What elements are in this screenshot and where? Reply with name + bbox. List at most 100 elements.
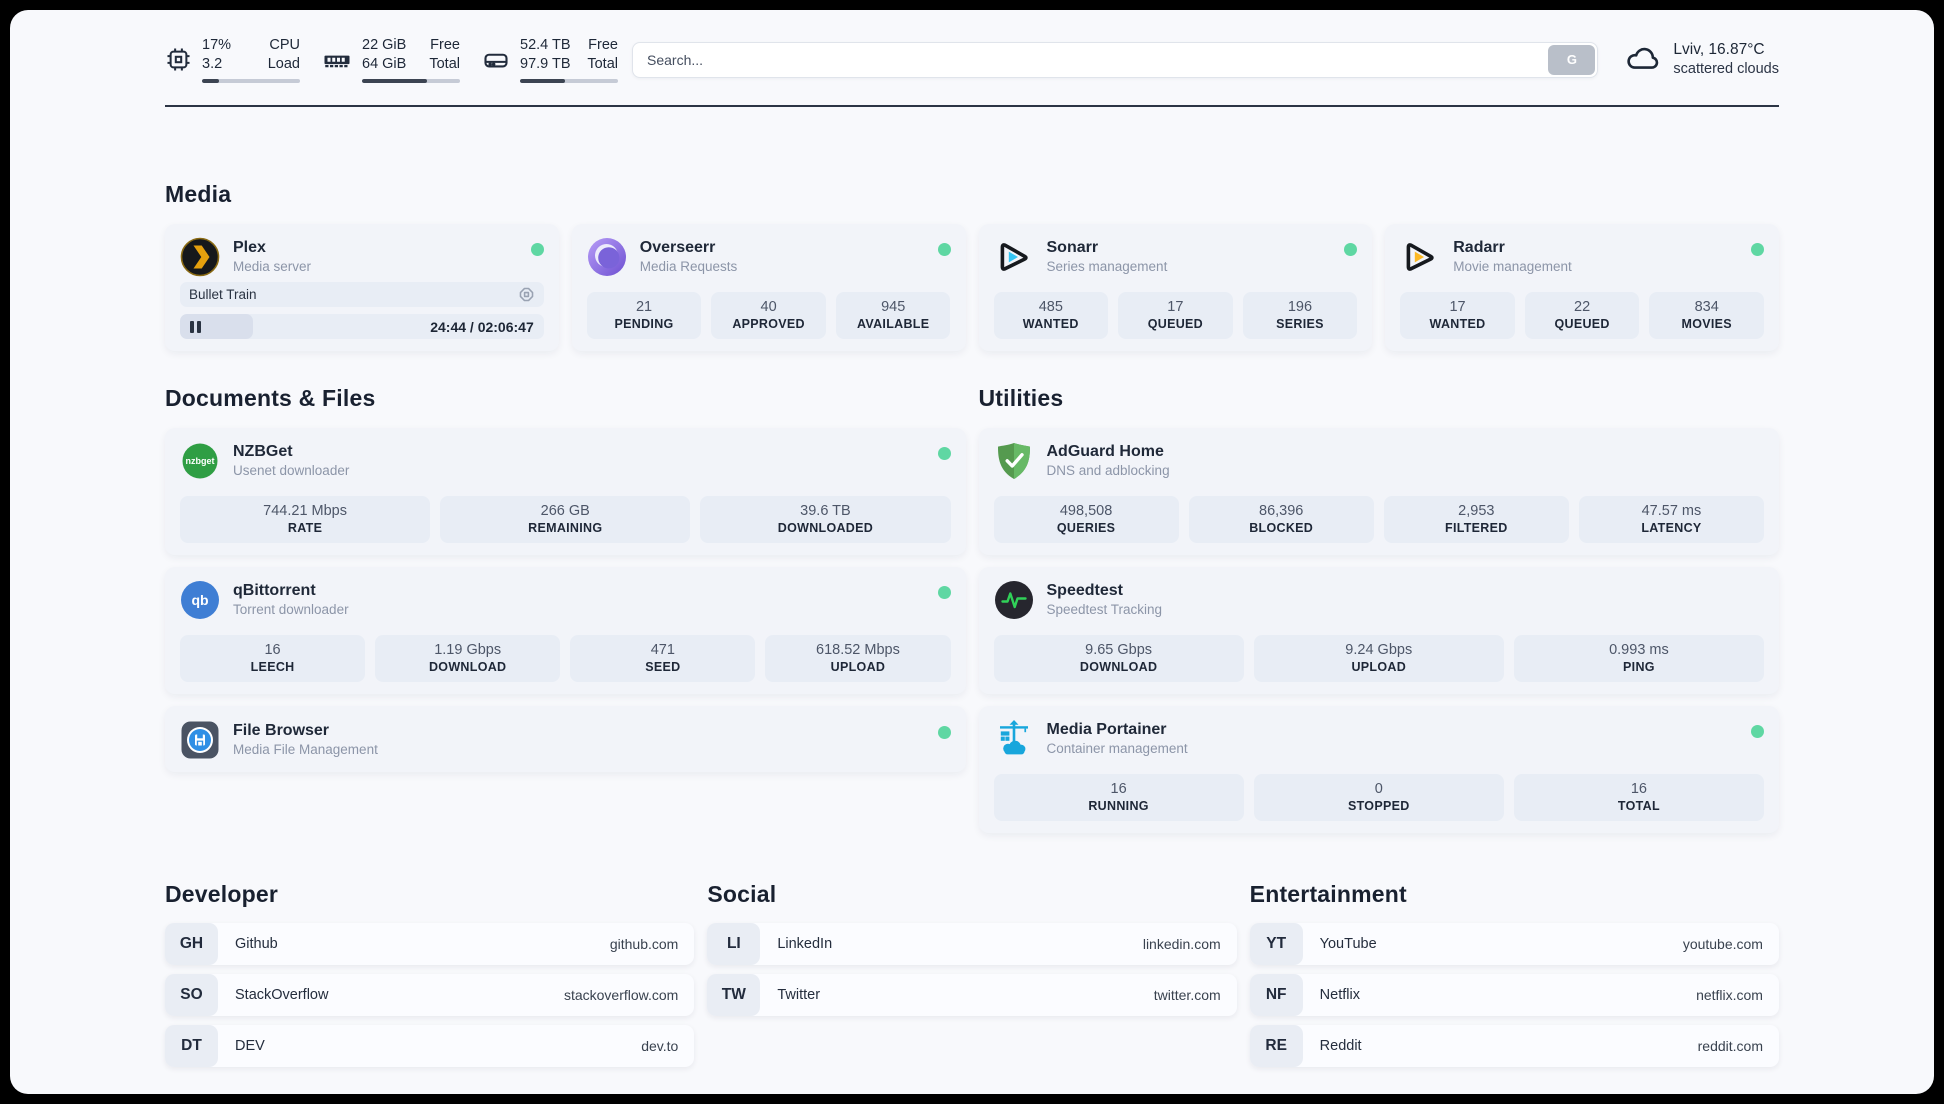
link-youtube[interactable]: YT YouTube youtube.com xyxy=(1249,923,1779,966)
link-url: twitter.com xyxy=(1153,987,1221,1004)
stat-label: DOWNLOAD xyxy=(1079,660,1158,675)
stat-label: RUNNING xyxy=(1088,799,1149,814)
service-subtitle: Media Requests xyxy=(639,259,738,275)
stat-label: PENDING xyxy=(614,317,674,332)
service-card-plex[interactable]: Plex Media server Bullet Train 24:44 / 02:0… xyxy=(165,224,559,352)
link-abbr-badge: DT xyxy=(165,1025,218,1068)
service-card-speedtest[interactable]: Speedtest Speedtest Tracking 9.65 Gbps DOWN… xyxy=(978,567,1779,695)
link-name: Github xyxy=(235,936,278,953)
stat-value: 9.24 Gbps xyxy=(1345,642,1413,659)
disk-icon xyxy=(482,46,510,74)
link-url: reddit.com xyxy=(1697,1038,1763,1055)
link-abbr-badge: NF xyxy=(1249,974,1303,1017)
stat-value: 17 xyxy=(1449,299,1466,316)
link-url: linkedin.com xyxy=(1142,936,1221,953)
service-subtitle: Media File Management xyxy=(233,741,378,757)
stat-label: APPROVED xyxy=(732,317,805,332)
stat-value: 498,508 xyxy=(1059,503,1113,520)
stat-value: 21 xyxy=(635,299,653,316)
section-title-developer: Developer xyxy=(165,881,279,908)
link-name: LinkedIn xyxy=(777,936,833,953)
stat-value: 16 xyxy=(264,642,281,659)
disk-labels: Free Total xyxy=(587,37,618,73)
service-card-file-browser[interactable]: File Browser Media File Management xyxy=(165,706,966,773)
status-dot xyxy=(937,243,951,257)
link-url: netflix.com xyxy=(1696,987,1763,1004)
link-url: dev.to xyxy=(641,1038,679,1055)
stat-label: REMAINING xyxy=(528,521,603,536)
status-dot xyxy=(1344,243,1358,257)
section-title-social: Social xyxy=(707,881,777,908)
stat-wanted: 17 WANTED xyxy=(1400,292,1515,340)
stat-label: TOTAL xyxy=(1617,799,1660,814)
stat-label: BLOCKED xyxy=(1249,521,1314,536)
service-name: Media Portainer xyxy=(1046,721,1167,739)
search-engine-button[interactable]: G xyxy=(1548,44,1596,75)
speedtest-icon xyxy=(994,580,1034,620)
link-name: Twitter xyxy=(777,987,821,1004)
stat-value: 0.993 ms xyxy=(1609,642,1669,659)
stat-label: WANTED xyxy=(1429,317,1486,332)
link-name: Reddit xyxy=(1319,1038,1362,1055)
stat-value: 834 xyxy=(1694,299,1719,316)
service-card-media-portainer[interactable]: Media Portainer Container management 16 RUN… xyxy=(978,706,1779,834)
stat-label: QUEUED xyxy=(1554,317,1610,332)
service-card-overseerr[interactable]: Overseerr Media Requests 21 PENDING 40 APPROV… xyxy=(571,224,966,352)
stat-label: FILTERED xyxy=(1445,521,1508,536)
stat-stopped: 0 STOPPED xyxy=(1253,774,1504,822)
cpu-progress-bar xyxy=(202,79,300,84)
weather-widget: Lviv, 16.87°C scattered clouds xyxy=(1624,39,1779,81)
stat-value: 22 xyxy=(1574,299,1591,316)
stat-label: PING xyxy=(1623,660,1655,675)
stat-download: 9.65 Gbps DOWNLOAD xyxy=(993,635,1244,683)
stat-latency: 47.57 ms LATENCY xyxy=(1578,496,1764,544)
stat-value: 618.52 Mbps xyxy=(816,642,900,659)
radarr-icon xyxy=(1400,237,1440,277)
service-stats: 744.21 Mbps RATE 266 GB REMAINING 39.6 TB DOW… xyxy=(180,496,951,544)
stat-movies: 834 MOVIES xyxy=(1649,292,1764,340)
section-title-utilities: Utilities xyxy=(978,385,1064,412)
status-dot xyxy=(1751,725,1764,739)
gear-icon[interactable] xyxy=(518,286,535,303)
link-stackoverflow[interactable]: SO StackOverflow stackoverflow.com xyxy=(165,974,695,1017)
service-stats: 9.65 Gbps DOWNLOAD 9.24 Gbps UPLOAD 0.993 ms… xyxy=(993,635,1765,683)
stat-label: QUEUED xyxy=(1147,317,1203,332)
stat-value: 945 xyxy=(881,299,906,316)
stat-value: 16 xyxy=(1630,781,1647,798)
link-url: stackoverflow.com xyxy=(563,987,679,1004)
svg-text:nzbget: nzbget xyxy=(186,456,215,466)
stat-upload: 618.52 Mbps UPLOAD xyxy=(765,635,951,683)
search-input[interactable] xyxy=(632,41,1599,78)
stat-available: 945 AVAILABLE xyxy=(835,292,951,340)
link-netflix[interactable]: NF Netflix netflix.com xyxy=(1249,974,1779,1017)
ram-progress-bar xyxy=(362,79,460,84)
service-card-radarr[interactable]: Radarr Movie management 17 WANTED 22 QUEUED 83… xyxy=(1385,224,1779,352)
stat-remaining: 266 GB REMAINING xyxy=(440,496,691,544)
playback-progress-bar[interactable]: 24:44 / 02:06:47 xyxy=(180,314,544,340)
section-developer: Developer GH Github github.com SO StackOverfl… xyxy=(165,881,695,1068)
link-reddit[interactable]: RE Reddit reddit.com xyxy=(1249,1025,1779,1068)
link-twitter[interactable]: TW Twitter twitter.com xyxy=(707,974,1237,1017)
ram-icon xyxy=(322,45,352,75)
section-title-entertainment: Entertainment xyxy=(1249,881,1407,908)
service-card-sonarr[interactable]: Sonarr Series management 485 WANTED 17 QUEUED… xyxy=(978,224,1373,352)
service-card-adguard-home[interactable]: AdGuard Home DNS and adblocking 498,508 QUE… xyxy=(978,428,1779,556)
pause-icon[interactable] xyxy=(190,320,201,333)
cloud-icon xyxy=(1624,39,1661,81)
dashboard-page: 17% 3.2 CPU Load 22 GiB 64 GiB Free Total 52.4 T… xyxy=(10,10,1934,1094)
sonarr-icon xyxy=(994,237,1034,277)
service-stats: 21 PENDING 40 APPROVED 945 AVAILABLE xyxy=(586,292,951,340)
link-dev[interactable]: DT DEV dev.to xyxy=(165,1025,695,1068)
service-card-qbittorrent[interactable]: qb qBittorrent Torrent downloader 16 LEECH 1.… xyxy=(165,567,966,695)
link-github[interactable]: GH Github github.com xyxy=(165,923,695,966)
link-name: Netflix xyxy=(1319,987,1360,1004)
stat-total: 16 TOTAL xyxy=(1513,774,1765,822)
stat-value: 485 xyxy=(1038,299,1063,316)
stat-wanted: 485 WANTED xyxy=(993,292,1109,340)
disk-values: 52.4 TB 97.9 TB xyxy=(520,37,571,73)
service-card-nzbget[interactable]: nzbget NZBGet Usenet downloader 744.21 Mbps… xyxy=(165,428,966,556)
stat-label: MOVIES xyxy=(1681,317,1732,332)
link-linkedin[interactable]: LI LinkedIn linkedin.com xyxy=(707,923,1237,966)
ram-metric: 22 GiB 64 GiB Free Total xyxy=(322,36,460,84)
now-playing-title: Bullet Train xyxy=(189,287,257,303)
